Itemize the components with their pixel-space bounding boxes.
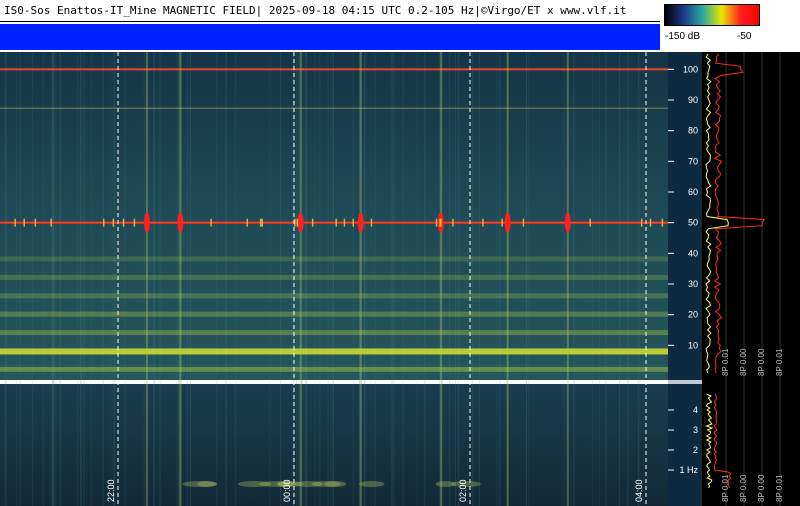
y-tick-label-lower: 2 bbox=[693, 445, 698, 455]
spike-50hz bbox=[210, 218, 212, 227]
spectrum-scale-label: 8P 0.00 bbox=[739, 348, 748, 376]
y-tick-label-lower: 4 bbox=[693, 405, 698, 415]
y-tick-label: 60 bbox=[688, 187, 698, 197]
plot-area: 22:00 00:00 02:00 04:00 bbox=[0, 52, 668, 506]
spike-50hz bbox=[352, 218, 355, 227]
chart-title: IS0-Sos Enattos-IT_Mine MAGNETIC FIELD| … bbox=[4, 4, 627, 17]
spike-50hz bbox=[102, 218, 105, 227]
spike-50hz bbox=[482, 218, 484, 227]
spectrum-scale-label-lower: 8P 0.01 bbox=[721, 474, 730, 502]
spike-50hz bbox=[133, 218, 136, 227]
burst-streak bbox=[145, 52, 148, 506]
colorbar-min-label: -150 dB bbox=[665, 31, 701, 42]
spike-50hz bbox=[259, 218, 262, 227]
title-bar: IS0-Sos Enattos-IT_Mine MAGNETIC FIELD| … bbox=[0, 0, 660, 22]
burst-streak bbox=[359, 52, 362, 506]
spike-50hz bbox=[122, 218, 125, 227]
y-tick-label-lower: 1 Hz bbox=[679, 465, 698, 475]
y-tick-label: 10 bbox=[688, 340, 698, 350]
blue-band bbox=[0, 24, 660, 50]
spike-50hz bbox=[112, 218, 115, 227]
spectrum-panel: 10 20 30 40 50 60 70 80 90 100 1 Hz 2 3 4 8P 0.01 8P 0.… bbox=[668, 52, 800, 506]
y-tick-label: 80 bbox=[688, 126, 698, 136]
colorbar bbox=[664, 4, 760, 26]
colorbar-max-label: -50 bbox=[737, 31, 752, 42]
spike-50hz bbox=[435, 218, 438, 227]
y-tick-label-lower: 3 bbox=[693, 425, 698, 435]
burst-streak bbox=[299, 52, 302, 506]
spike-50hz bbox=[439, 218, 441, 227]
burst-streak bbox=[566, 52, 569, 506]
y-tick-label: 40 bbox=[688, 248, 698, 258]
low-blob bbox=[182, 481, 217, 487]
spike-50hz bbox=[311, 218, 314, 227]
y-tick-label: 50 bbox=[688, 218, 698, 228]
x-tick-label: 02:00 bbox=[458, 479, 468, 502]
axis-separator bbox=[668, 380, 702, 384]
burst-50hz bbox=[357, 212, 364, 233]
spike-50hz bbox=[589, 218, 591, 227]
x-tick-label: 00:00 bbox=[282, 479, 292, 502]
spike-50hz bbox=[23, 218, 25, 227]
spectrum-scale-label: 8P 0.00 bbox=[757, 348, 766, 376]
y-tick-label: 90 bbox=[688, 95, 698, 105]
spike-50hz bbox=[640, 218, 643, 227]
burst-streak bbox=[439, 52, 442, 506]
spike-50hz bbox=[296, 218, 299, 227]
burst-streak bbox=[179, 52, 182, 506]
spike-50hz bbox=[343, 218, 346, 227]
spike-50hz bbox=[501, 218, 503, 227]
spike-50hz bbox=[335, 218, 337, 227]
spike-50hz bbox=[649, 218, 652, 227]
spike-50hz bbox=[261, 218, 263, 227]
spike-50hz bbox=[452, 218, 454, 227]
spike-50hz bbox=[661, 218, 664, 227]
spike-50hz bbox=[50, 218, 52, 227]
burst-50hz bbox=[177, 212, 184, 233]
low-blob bbox=[359, 481, 385, 487]
spike-50hz bbox=[522, 218, 525, 227]
spike-50hz bbox=[246, 218, 249, 227]
burst-50hz bbox=[297, 212, 304, 233]
spike-50hz bbox=[34, 218, 37, 227]
spectrum-scale-label-lower: 8P 0.00 bbox=[739, 474, 748, 502]
burst-50hz bbox=[143, 212, 150, 233]
y-tick-label: 70 bbox=[688, 156, 698, 166]
burst-50hz bbox=[564, 212, 571, 233]
spectrum-scale-label: 8P 0.01 bbox=[721, 348, 730, 376]
x-tick-label: 04:00 bbox=[634, 479, 644, 502]
y-tick-label: 20 bbox=[688, 310, 698, 320]
burst-50hz bbox=[504, 212, 511, 233]
low-blob bbox=[311, 481, 341, 487]
spike-50hz bbox=[370, 218, 373, 227]
spectrum-scale-label: 8P 0.01 bbox=[775, 348, 784, 376]
spike-50hz bbox=[14, 218, 16, 227]
x-tick-label: 22:00 bbox=[106, 479, 116, 502]
burst-streak bbox=[506, 52, 509, 506]
spectrum-scale-label-lower: 8P 0.01 bbox=[775, 474, 784, 502]
y-tick-label: 100 bbox=[683, 64, 698, 74]
spectrum-scale-label-lower: 8P 0.00 bbox=[757, 474, 766, 502]
y-tick-label: 30 bbox=[688, 279, 698, 289]
spectrogram-chart: 22:00 00:00 02:00 04:00 1020304050607080901… bbox=[0, 52, 800, 506]
